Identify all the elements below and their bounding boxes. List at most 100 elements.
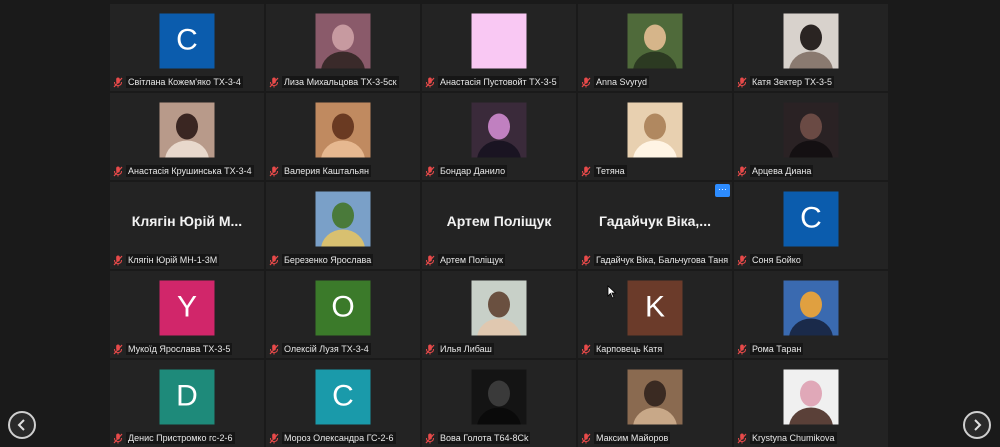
participant-name: Березенко Ярослава xyxy=(282,254,374,266)
muted-microphone-icon xyxy=(580,343,592,355)
participant-name: Krystyna Chumikova xyxy=(750,432,837,444)
avatar-photo xyxy=(627,102,683,158)
participant-tile[interactable]: C Світлана Кожем'яко ТХ-3-4 xyxy=(110,4,264,91)
participant-tile[interactable]: Максим Майоров xyxy=(578,360,732,447)
name-bar: Анастасія Крушинська ТХ-3-4 xyxy=(112,164,262,178)
participant-name: Світлана Кожем'яко ТХ-3-4 xyxy=(126,76,243,88)
participant-tile[interactable]: C Соня Бойко xyxy=(734,182,888,269)
chevron-left-icon xyxy=(17,419,25,431)
participant-tile[interactable]: Krystyna Chumikova xyxy=(734,360,888,447)
participant-name: Тетяна xyxy=(594,165,627,177)
avatar-photo xyxy=(471,102,527,158)
avatar-photo xyxy=(315,102,371,158)
muted-microphone-icon xyxy=(736,432,748,444)
participant-tile[interactable]: Y Мукоїд Ярослава ТХ-3-5 xyxy=(110,271,264,358)
muted-microphone-icon xyxy=(424,343,436,355)
muted-microphone-icon xyxy=(112,432,124,444)
participant-name: Илья Либаш xyxy=(438,343,494,355)
avatar-photo xyxy=(627,369,683,425)
avatar-photo xyxy=(783,369,839,425)
muted-microphone-icon xyxy=(268,343,280,355)
avatar xyxy=(471,13,527,69)
participant-tile[interactable]: Артем Поліщук Артем Поліщук xyxy=(422,182,576,269)
avatar-photo xyxy=(783,102,839,158)
avatar-photo xyxy=(159,102,215,158)
name-bar: Катя Зектер ТХ-3-5 xyxy=(736,75,886,89)
participant-tile[interactable]: Арцева Диана xyxy=(734,93,888,180)
participant-tile[interactable]: Anna Svyryd xyxy=(578,4,732,91)
mouse-cursor-icon xyxy=(607,285,617,299)
name-bar: Бондар Данило xyxy=(424,164,574,178)
participant-tile[interactable]: K Карповець Катя xyxy=(578,271,732,358)
name-bar: Рома Таран xyxy=(736,342,886,356)
muted-microphone-icon xyxy=(580,432,592,444)
name-bar: Артем Поліщук xyxy=(424,253,574,267)
name-bar: Олексій Лузя ТХ-3-4 xyxy=(268,342,418,356)
participant-tile[interactable]: Илья Либаш xyxy=(422,271,576,358)
participant-name: Валерия Каштальян xyxy=(282,165,371,177)
name-bar: Анастасія Пустовойт ТХ-3-5 xyxy=(424,75,574,89)
avatar: C xyxy=(159,13,215,69)
muted-microphone-icon xyxy=(112,76,124,88)
participant-tile[interactable]: Березенко Ярослава xyxy=(266,182,420,269)
avatar-letter: C xyxy=(159,13,215,69)
next-page-button[interactable] xyxy=(963,411,991,439)
participant-tile[interactable]: Валерия Каштальян xyxy=(266,93,420,180)
participant-tile[interactable]: Рома Таран xyxy=(734,271,888,358)
muted-microphone-icon xyxy=(736,343,748,355)
previous-page-button[interactable] xyxy=(8,411,36,439)
participant-tile[interactable]: Гадайчук Віка,... ··· Гадайчук Віка, Бальч… xyxy=(578,182,732,269)
avatar-letter: D xyxy=(159,369,215,425)
participant-tile[interactable]: Бондар Данило xyxy=(422,93,576,180)
participant-tile[interactable]: Тетяна xyxy=(578,93,732,180)
participant-tile[interactable]: Клягін Юрій М... Клягін Юрій МН-1-3М xyxy=(110,182,264,269)
participant-tile[interactable]: Анастасія Крушинська ТХ-3-4 xyxy=(110,93,264,180)
name-bar: Мукоїд Ярослава ТХ-3-5 xyxy=(112,342,262,356)
muted-microphone-icon xyxy=(580,254,592,266)
participant-tile[interactable]: Анастасія Пустовойт ТХ-3-5 xyxy=(422,4,576,91)
muted-microphone-icon xyxy=(112,165,124,177)
participant-name: Арцева Диана xyxy=(750,165,814,177)
muted-microphone-icon xyxy=(112,343,124,355)
name-bar: Арцева Диана xyxy=(736,164,886,178)
participant-name: Гадайчук Віка, Бальчугова Таня xyxy=(594,254,730,266)
participant-tile[interactable]: D Денис Пристромко гс-2-6 xyxy=(110,360,264,447)
participant-tile[interactable]: Катя Зектер ТХ-3-5 xyxy=(734,4,888,91)
participant-name: Anna Svyryd xyxy=(594,76,650,88)
participant-tile[interactable]: O Олексій Лузя ТХ-3-4 xyxy=(266,271,420,358)
avatar: C xyxy=(315,369,371,425)
participant-tile[interactable]: C Мороз Олександра ГС-2-6 xyxy=(266,360,420,447)
avatar-photo xyxy=(627,13,683,69)
name-bar: Клягін Юрій МН-1-3М xyxy=(112,253,262,267)
muted-microphone-icon xyxy=(424,165,436,177)
participant-name: Анастасія Пустовойт ТХ-3-5 xyxy=(438,76,559,88)
participant-name: Лиза Михальцова ТХ-3-5ск xyxy=(282,76,399,88)
name-bar: Илья Либаш xyxy=(424,342,574,356)
participant-tile[interactable]: Лиза Михальцова ТХ-3-5ск xyxy=(266,4,420,91)
avatar-photo xyxy=(783,13,839,69)
muted-microphone-icon xyxy=(424,76,436,88)
participant-name: Катя Зектер ТХ-3-5 xyxy=(750,76,835,88)
muted-microphone-icon xyxy=(268,432,280,444)
participant-name: Клягін Юрій МН-1-3М xyxy=(126,254,220,266)
name-bar: Соня Бойко xyxy=(736,253,886,267)
muted-microphone-icon xyxy=(424,254,436,266)
name-bar: Тетяна xyxy=(580,164,730,178)
avatar-letter: C xyxy=(783,191,839,247)
muted-microphone-icon xyxy=(736,254,748,266)
more-options-button[interactable]: ··· xyxy=(715,184,730,197)
participant-tile[interactable]: Вова Голота Т64-8Сk xyxy=(422,360,576,447)
avatar-photo xyxy=(471,369,527,425)
participant-name: Мукоїд Ярослава ТХ-3-5 xyxy=(126,343,233,355)
muted-microphone-icon xyxy=(580,165,592,177)
name-bar: Гадайчук Віка, Бальчугова Таня xyxy=(580,253,730,267)
muted-microphone-icon xyxy=(268,254,280,266)
participant-display-name: Гадайчук Віка,... xyxy=(599,213,711,230)
participant-name: Вова Голота Т64-8Сk xyxy=(438,432,531,444)
avatar: Y xyxy=(159,280,215,336)
participant-name: Денис Пристромко гс-2-6 xyxy=(126,432,235,444)
avatar-photo xyxy=(471,280,527,336)
name-bar: Anna Svyryd xyxy=(580,75,730,89)
name-bar: Мороз Олександра ГС-2-6 xyxy=(268,431,418,445)
name-bar: Krystyna Chumikova xyxy=(736,431,886,445)
